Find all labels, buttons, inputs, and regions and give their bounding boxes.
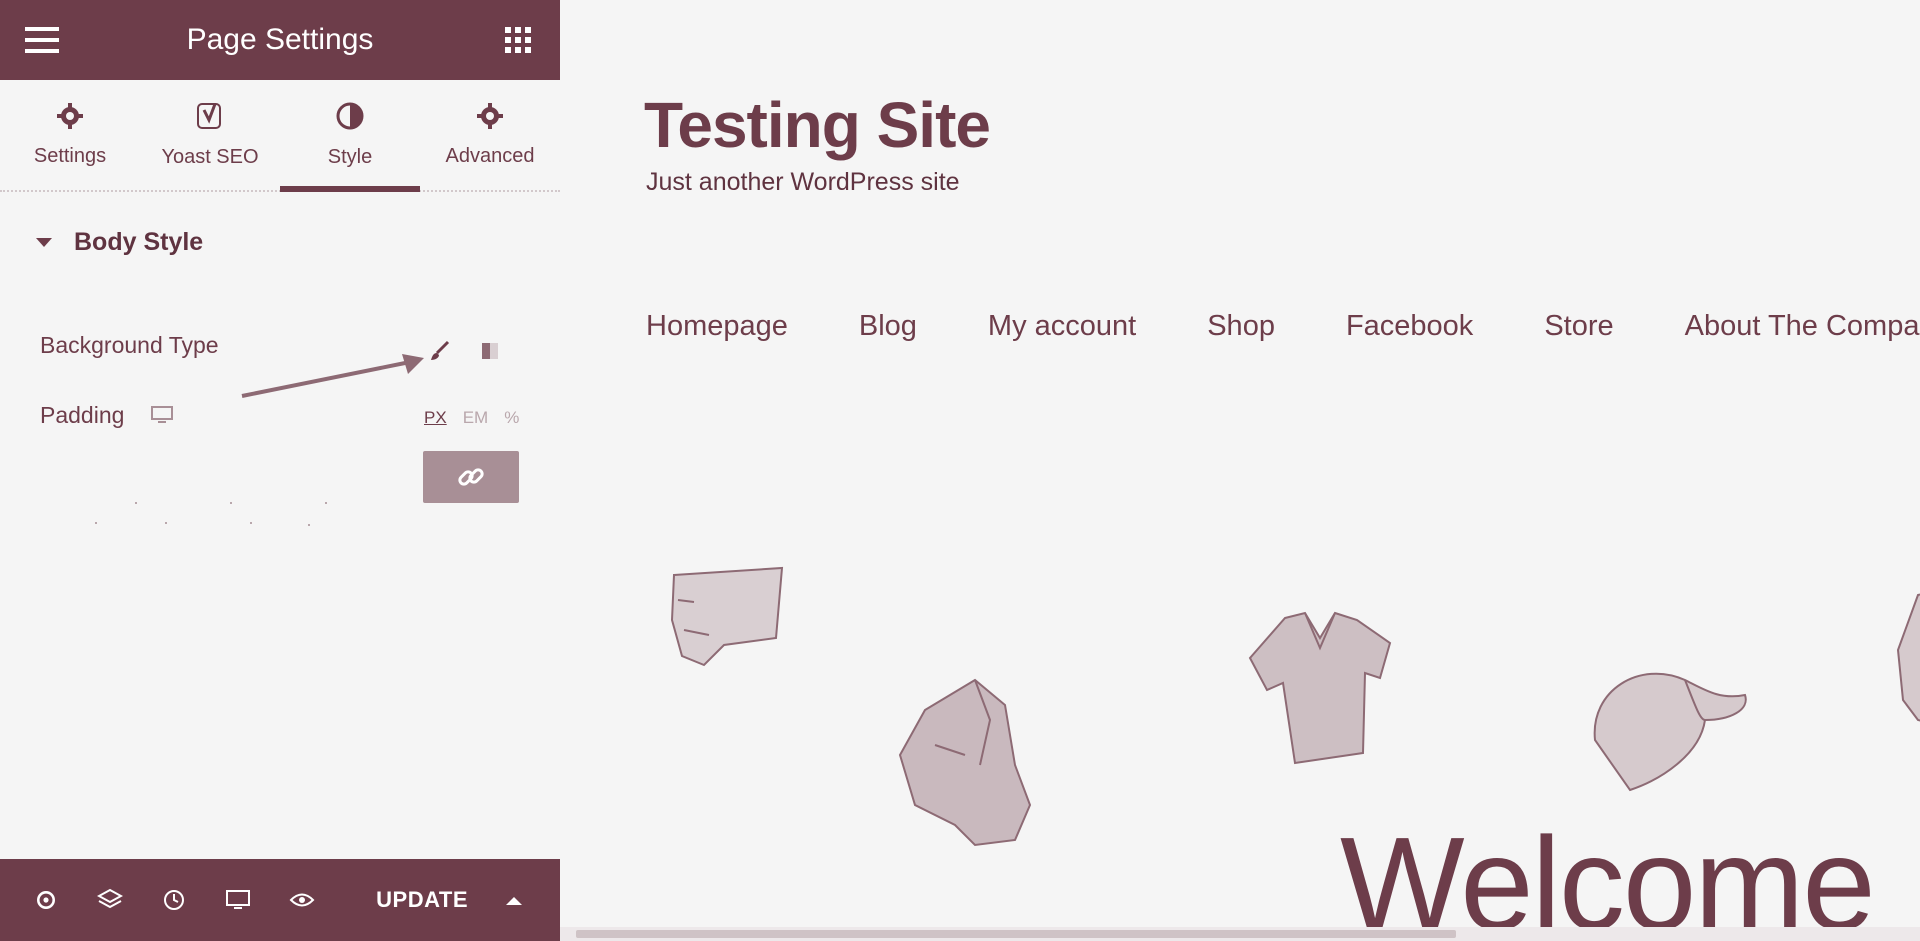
v-neck-tshirt-image <box>1248 611 1392 765</box>
site-tagline: Just another WordPress site <box>646 168 960 196</box>
gear-icon <box>476 102 504 135</box>
tab-label: Yoast SEO <box>161 146 259 168</box>
hoodie-image <box>898 678 1032 847</box>
background-gradient-button[interactable] <box>472 333 508 369</box>
body-style-section-toggle[interactable]: Body Style <box>36 228 203 257</box>
padding-label: Padding <box>40 402 125 428</box>
welcome-heading: Welcome <box>1340 810 1876 941</box>
tab-advanced[interactable]: Advanced <box>420 80 560 190</box>
desktop-device-icon[interactable] <box>150 405 174 430</box>
update-button[interactable]: UPDATE <box>370 886 474 914</box>
partial-product-image <box>1896 593 1920 722</box>
unit-percent[interactable]: % <box>504 408 519 428</box>
tab-label: Settings <box>33 145 107 167</box>
paint-brush-icon <box>431 340 450 360</box>
unit-em[interactable]: EM <box>463 408 489 428</box>
panel-footer: UPDATE <box>0 859 560 941</box>
tab-label: Style <box>327 146 373 168</box>
unit-switcher: PX EM % <box>424 408 519 428</box>
tab-settings[interactable]: Settings <box>0 80 140 190</box>
nav-item-homepage[interactable]: Homepage <box>646 310 788 343</box>
navigator-layers-icon[interactable] <box>78 878 142 922</box>
site-preview: Testing Site Just another WordPress site… <box>560 0 1920 941</box>
gradient-icon <box>482 343 498 359</box>
editor-panel: Page Settings Settings Yoast SEO Style A… <box>0 0 561 941</box>
gear-icon <box>56 102 84 135</box>
folded-shirt-image <box>670 566 784 667</box>
background-type-label: Background Type <box>40 332 219 358</box>
baseball-cap-image <box>1593 672 1747 792</box>
nav-item-my-account[interactable]: My account <box>988 310 1136 343</box>
nav-item-blog[interactable]: Blog <box>859 310 917 343</box>
section-title: Body Style <box>74 228 204 256</box>
link-icon <box>458 468 484 486</box>
widgets-grid-icon[interactable] <box>496 18 540 62</box>
tab-style[interactable]: Style <box>280 80 420 192</box>
padding-inputs-placeholder <box>80 480 340 530</box>
unit-px[interactable]: PX <box>424 408 447 428</box>
panel-tabs: Settings Yoast SEO Style Advanced <box>0 80 560 192</box>
nav-item-about[interactable]: About The Compa <box>1685 310 1920 343</box>
annotation-arrow-icon <box>241 354 424 398</box>
settings-gear-icon[interactable] <box>14 878 78 922</box>
panel-title: Page Settings <box>186 23 374 56</box>
nav-item-facebook[interactable]: Facebook <box>1346 310 1473 343</box>
horizontal-scrollbar[interactable] <box>560 927 1920 941</box>
history-icon[interactable] <box>142 878 206 922</box>
hamburger-menu-icon[interactable] <box>20 18 64 62</box>
contrast-icon <box>335 101 365 136</box>
nav-item-store[interactable]: Store <box>1544 310 1613 343</box>
caret-down-icon <box>36 238 52 247</box>
yoast-icon <box>195 101 225 136</box>
scrollbar-thumb[interactable] <box>576 930 1456 938</box>
responsive-mode-icon[interactable] <box>206 878 270 922</box>
chevron-up-icon[interactable] <box>482 878 546 922</box>
site-title[interactable]: Testing Site <box>644 88 991 162</box>
tab-yoast-seo[interactable]: Yoast SEO <box>140 80 280 190</box>
tab-label: Advanced <box>445 145 535 167</box>
link-values-button[interactable] <box>423 451 519 503</box>
preview-eye-icon[interactable] <box>270 878 334 922</box>
nav-item-shop[interactable]: Shop <box>1207 310 1275 343</box>
primary-navigation: Homepage Blog My account Shop Facebook S… <box>646 310 1919 343</box>
panel-header: Page Settings <box>0 0 560 80</box>
